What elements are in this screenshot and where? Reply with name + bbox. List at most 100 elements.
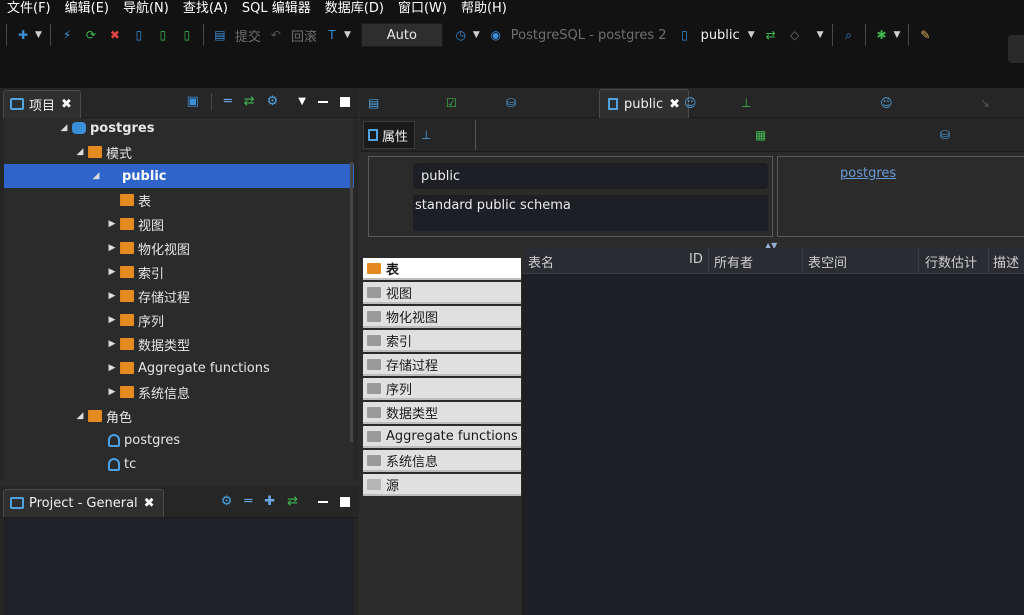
add-icon[interactable]: ✚ (264, 494, 275, 510)
column-divider[interactable] (708, 248, 709, 274)
chevron-down-icon[interactable]: ◢ (74, 147, 86, 157)
new-connection-icon[interactable]: ✚ (15, 27, 31, 43)
commit-button[interactable]: 提交 (235, 26, 261, 45)
view-menu-icon[interactable]: ▼ (298, 94, 306, 110)
type-item-views[interactable]: 视图 (363, 282, 521, 304)
tree-node-role-tc[interactable]: tc (4, 452, 354, 476)
menu-database[interactable]: 数据库(D) (318, 0, 391, 18)
tree-node-indexes[interactable]: ▶ 索引 (4, 260, 354, 284)
column-header-table-name[interactable]: 表名 (528, 252, 554, 271)
refresh-connection-icon[interactable]: ⟳ (83, 27, 99, 43)
active-schema-selector[interactable]: public (701, 28, 740, 43)
type-item-data-types[interactable]: 数据类型 (363, 402, 521, 424)
tree-node-schemas[interactable]: ◢ 模式 (4, 140, 354, 164)
user-icon[interactable]: ☺ (880, 96, 893, 110)
sql-script-icon[interactable]: ▤ (368, 96, 379, 110)
tab-public[interactable]: public ✖ (599, 89, 690, 118)
menu-search[interactable]: 查找(A) (176, 0, 235, 18)
database-icon[interactable]: ⛁ (940, 128, 950, 142)
chevron-down-icon[interactable]: ▼ (35, 30, 42, 40)
active-connection-selector[interactable]: PostgreSQL - postgres 2 (511, 28, 667, 43)
filter-icon[interactable]: ◇ (787, 27, 803, 43)
transaction-mode-icon[interactable]: T (324, 27, 340, 43)
minimize-icon[interactable] (318, 501, 328, 503)
menu-file[interactable]: 文件(F) (0, 0, 58, 18)
perspective-button[interactable] (1008, 35, 1024, 63)
menu-navigate[interactable]: 导航(N) (116, 0, 176, 18)
type-item-system-info[interactable]: 系统信息 (363, 450, 521, 472)
type-item-sequences[interactable]: 序列 (363, 378, 521, 400)
chevron-down-icon[interactable]: ◢ (90, 171, 102, 181)
tree-node-views[interactable]: ▶ 视图 (4, 212, 354, 236)
chevron-down-icon[interactable]: ▼ (344, 30, 351, 40)
menu-window[interactable]: 窗口(W) (391, 0, 454, 18)
tree-node-system-info[interactable]: ▶ 系统信息 (4, 380, 354, 404)
chevron-right-icon[interactable]: ▶ (106, 363, 118, 373)
column-header-description[interactable]: 描述 (993, 252, 1019, 271)
commit-mode-button[interactable]: Auto (360, 23, 443, 47)
collapse-all-icon[interactable]: ═ (244, 494, 252, 510)
connection-selector-icon[interactable]: ◉ (488, 27, 504, 43)
sync-icon[interactable]: ⇄ (763, 27, 779, 43)
tree-node-roles[interactable]: ◢ 角色 (4, 404, 354, 428)
tab-project[interactable]: 项目 ✖ (3, 89, 81, 118)
tree-node-public[interactable]: ◢ public (4, 164, 354, 188)
tree-node-materialized-views[interactable]: ▶ 物化视图 (4, 236, 354, 260)
recent-sql-icon[interactable]: ▯ (179, 27, 195, 43)
collapse-all-icon[interactable]: ═ (224, 94, 232, 110)
tree-node-role-postgres[interactable]: postgres (4, 428, 354, 452)
arrow-icon[interactable]: ↘ (980, 96, 990, 110)
type-item-indexes[interactable]: 索引 (363, 330, 521, 352)
user-icon[interactable]: ☺ (684, 96, 697, 110)
type-item-procedures[interactable]: 存储过程 (363, 354, 521, 376)
chevron-down-icon[interactable]: ◢ (74, 411, 86, 421)
column-divider[interactable] (988, 248, 989, 274)
column-divider[interactable] (802, 248, 803, 274)
column-divider[interactable] (918, 248, 919, 274)
schema-name-field[interactable]: public (413, 163, 768, 189)
column-header-tablespace[interactable]: 表空间 (808, 252, 847, 271)
link-editor-icon[interactable]: ⇄ (244, 94, 255, 110)
column-header-id[interactable]: ID (689, 252, 703, 267)
chevron-down-icon[interactable]: ▼ (894, 30, 901, 40)
chevron-right-icon[interactable]: ▶ (106, 315, 118, 325)
sql-script-icon[interactable]: ▯ (131, 27, 147, 43)
tree-scrollbar[interactable] (350, 162, 353, 442)
type-item-materialized-views[interactable]: 物化视图 (363, 306, 521, 328)
chevron-down-icon[interactable]: ▼ (817, 30, 824, 40)
chevron-right-icon[interactable]: ▶ (106, 339, 118, 349)
history-icon[interactable]: ◷ (453, 27, 469, 43)
tree-node-aggregate-functions[interactable]: ▶ Aggregate functions (4, 356, 354, 380)
tree-node-tables[interactable]: 表 (4, 188, 354, 212)
schema-description-field[interactable]: standard public schema (413, 195, 768, 231)
link-editor-icon[interactable]: ⇄ (287, 494, 298, 510)
type-item-source[interactable]: 源 (363, 474, 521, 496)
database-icon[interactable]: ⛁ (506, 96, 516, 110)
type-item-aggregate-functions[interactable]: Aggregate functions (363, 426, 521, 448)
owner-link[interactable]: postgres (840, 166, 896, 181)
close-icon[interactable]: ✖ (144, 496, 155, 511)
tab-properties[interactable]: 属性 (363, 121, 415, 149)
chevron-down-icon[interactable]: ◢ (58, 123, 70, 133)
rollback-icon[interactable]: ↶ (268, 27, 284, 43)
column-header-owner[interactable]: 所有者 (714, 252, 753, 271)
tree-node-sequences[interactable]: ▶ 序列 (4, 308, 354, 332)
project-view-icon[interactable]: ▣ (187, 94, 199, 110)
gear-icon[interactable]: ⚙ (221, 494, 233, 510)
debug-icon[interactable]: ✱ (874, 27, 890, 43)
chevron-down-icon[interactable]: ▼ (473, 30, 480, 40)
type-item-tables[interactable]: 表 (363, 258, 521, 280)
minimize-icon[interactable] (318, 101, 328, 103)
schema-selector-icon[interactable]: ▯ (677, 27, 693, 43)
chevron-right-icon[interactable]: ▶ (106, 219, 118, 229)
search-icon[interactable]: ⌕ (841, 27, 857, 43)
security-icon[interactable]: ▦ (755, 128, 766, 142)
chevron-right-icon[interactable]: ▶ (106, 291, 118, 301)
chevron-right-icon[interactable]: ▶ (106, 267, 118, 277)
maximize-icon[interactable] (340, 97, 350, 107)
close-icon[interactable]: ✖ (669, 97, 680, 112)
connect-icon[interactable]: ⚡ (59, 27, 75, 43)
tab-project-general[interactable]: Project - General ✖ (3, 488, 164, 517)
maximize-icon[interactable] (340, 497, 350, 507)
checklist-icon[interactable]: ☑ (446, 96, 457, 110)
